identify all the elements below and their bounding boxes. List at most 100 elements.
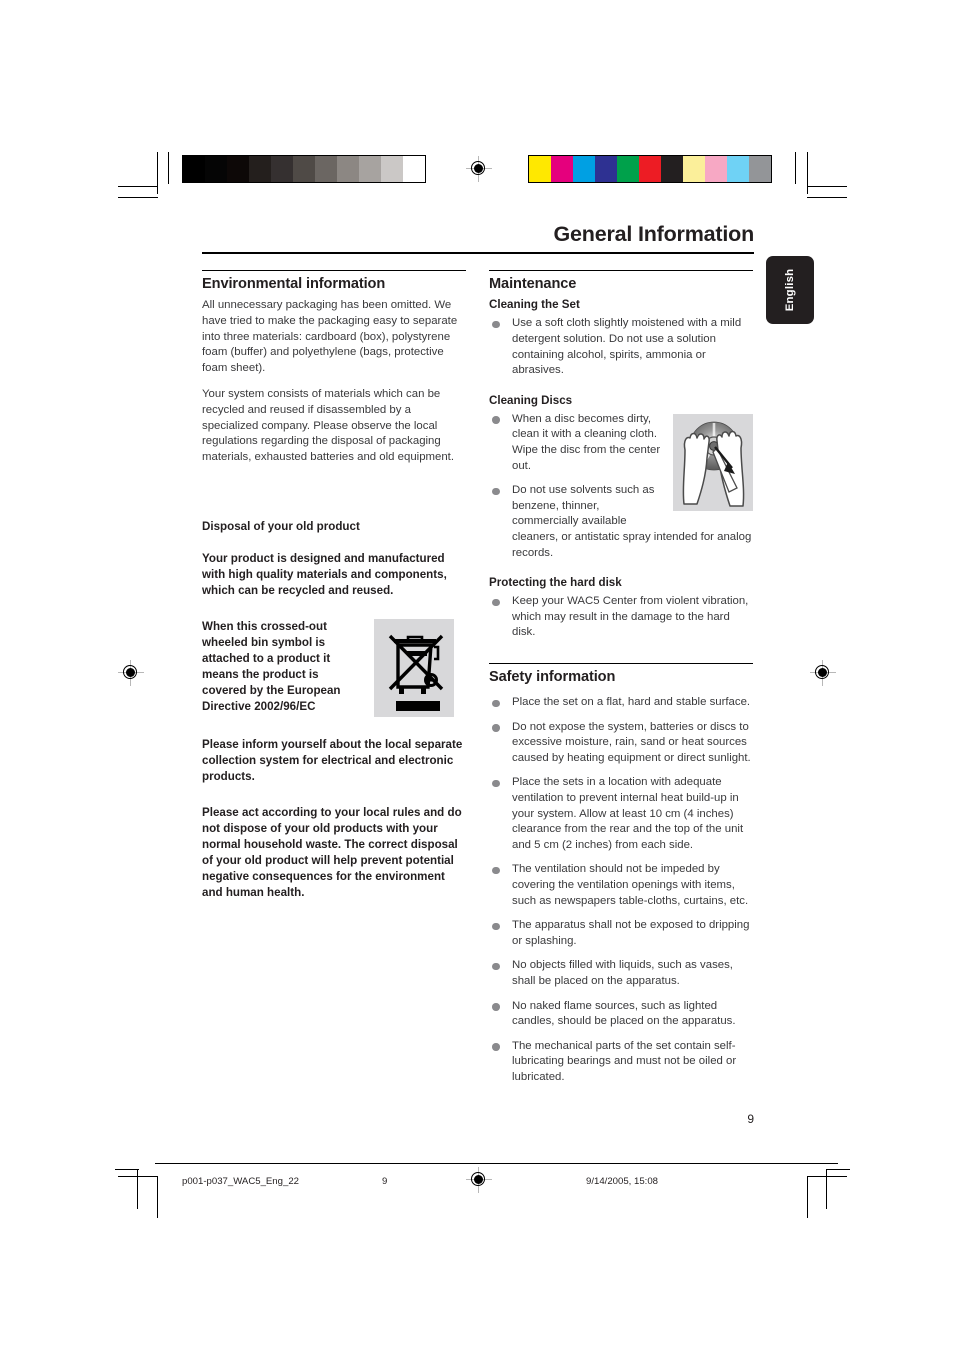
page-content: General Information Environmental inform… [202,222,754,1086]
color-swatch [573,156,595,182]
color-swatch [639,156,661,182]
environmental-paragraph-2: Your system consists of materials which … [202,388,455,463]
cleaning-set-subheading: Cleaning the Set [489,298,580,312]
color-control-bar [528,155,772,183]
two-column-body: Environmental information All unnecessar… [202,270,754,1085]
right-column-spacer [489,641,753,663]
crop-mark-top-left-h2 [118,197,158,199]
bullet-dot-icon [492,1043,500,1051]
weee-block: When this crossed-out wheeled bin symbol… [202,619,466,718]
list-item: The ventilation should not be impeded by… [489,862,753,909]
page-number: 9 [747,1112,754,1126]
bullet-dot-icon [492,320,500,329]
color-swatch [293,156,315,182]
list-item-text: Keep your WAC5 Center from violent vibra… [512,595,749,639]
color-swatch [183,156,205,182]
color-swatch [727,156,749,182]
color-swatch [749,156,771,182]
crop-mark-top-right-h2 [807,197,847,199]
footer-page: 9 [382,1176,388,1187]
list-item-text: Do not use solvents such as benzene, thi… [512,484,752,559]
list-item-text: Use a soft cloth slightly moistened with… [512,317,742,377]
list-item: No naked flame sources, such as lighted … [489,999,753,1030]
list-item-text: When a disc becomes dirty, clean it with… [512,412,661,472]
crop-mark-bottom-left-v [157,1176,159,1218]
registration-target-left [118,660,144,686]
crop-mark-bottom-right-v [807,1176,809,1218]
language-tab-english: English [766,256,814,324]
crop-mark-top-right-v2 [807,152,809,194]
color-swatch [315,156,337,182]
list-item: The mechanical parts of the set contain … [489,1039,753,1086]
color-swatch [381,156,403,182]
list-item-text: The mechanical parts of the set contain … [512,1039,737,1083]
left-column: Environmental information All unnecessar… [202,270,466,1085]
safety-heading: Safety information [489,669,616,686]
list-item: Place the set on a flat, hard and stable… [489,695,753,711]
list-item-text: The ventilation should not be impeded by… [512,863,749,907]
color-swatch [551,156,573,182]
proof-page: General Information Environmental inform… [0,0,954,1351]
list-item: Keep your WAC5 Center from violent vibra… [489,594,753,641]
hard-disk-list: Keep your WAC5 Center from violent vibra… [489,594,753,641]
color-swatch [529,156,551,182]
bullet-dot-icon [492,922,500,931]
left-column-spacer [202,476,466,520]
crop-mark-top-right-h [807,186,847,188]
crossed-out-wheeled-bin-icon [374,619,454,718]
bullet-dot-icon [492,866,500,875]
footer-filename: p001-p037_WAC5_Eng_22 [182,1176,299,1187]
list-item-text: The apparatus shall not be exposed to dr… [512,919,750,947]
color-swatch [705,156,727,182]
cleaning-discs-list: When a disc becomes dirty, clean it with… [489,412,753,561]
cleaning-set-list: Use a soft cloth slightly moistened with… [489,316,753,378]
color-swatch [683,156,705,182]
bullet-dot-icon [492,487,500,496]
list-item: No objects filled with liquids, such as … [489,958,753,989]
color-swatch [617,156,639,182]
disposal-paragraph-2: Please act according to your local rules… [202,806,462,900]
cleaning-discs-subheading: Cleaning Discs [489,393,573,407]
bullet-dot-icon [492,416,500,424]
footer-rule [155,1163,838,1164]
color-swatch [205,156,227,182]
list-item: Do not use solvents such as benzene, thi… [489,483,753,561]
bullet-dot-icon [492,699,500,708]
list-item-text: No naked flame sources, such as lighted … [512,999,736,1028]
registration-target-bottom [466,1167,492,1193]
color-swatch [595,156,617,182]
list-item: Use a soft cloth slightly moistened with… [489,316,753,378]
language-tab-label: English [784,268,796,312]
safety-section-rule [489,662,753,665]
crop-mark-bottom-left-corner-v [137,1169,139,1209]
list-item-text: Place the sets in a location with adequa… [512,776,744,851]
color-swatch [249,156,271,182]
weee-description: When this crossed-out wheeled bin symbol… [202,620,341,714]
crop-mark-top-left-v2 [168,152,170,184]
disposal-heading: Disposal of your old product [202,520,360,534]
right-column: Maintenance Cleaning the Set Use a soft … [489,270,753,1085]
crop-mark-bottom-left-corner-h [115,1169,139,1171]
disposal-paragraph-1: Please inform yourself about the local s… [202,738,463,784]
footer-timestamp: 9/14/2005, 15:08 [586,1176,659,1187]
list-item: The apparatus shall not be exposed to dr… [489,918,753,949]
page-title: General Information [553,222,755,246]
maintenance-heading: Maintenance [489,276,577,293]
color-swatch [227,156,249,182]
crop-mark-top-left-h [118,186,158,188]
bullet-dot-icon [492,1003,500,1011]
list-item-text: No objects filled with liquids, such as … [512,959,733,987]
color-swatch [359,156,381,182]
environmental-heading: Environmental information [202,276,386,293]
environmental-paragraph-1: All unnecessary packaging has been omitt… [202,299,458,374]
list-item-text: Do not expose the system, batteries or d… [512,720,751,764]
crop-mark-top-left-v [157,152,159,194]
hard-disk-subheading: Protecting the hard disk [489,576,622,590]
registration-target-top [466,156,492,182]
maintenance-section-rule [489,270,753,272]
environmental-section-rule [202,270,466,272]
bullet-dot-icon [492,962,500,971]
color-swatch [403,156,425,182]
color-swatch [661,156,683,182]
list-item: Place the sets in a location with adequa… [489,775,753,853]
